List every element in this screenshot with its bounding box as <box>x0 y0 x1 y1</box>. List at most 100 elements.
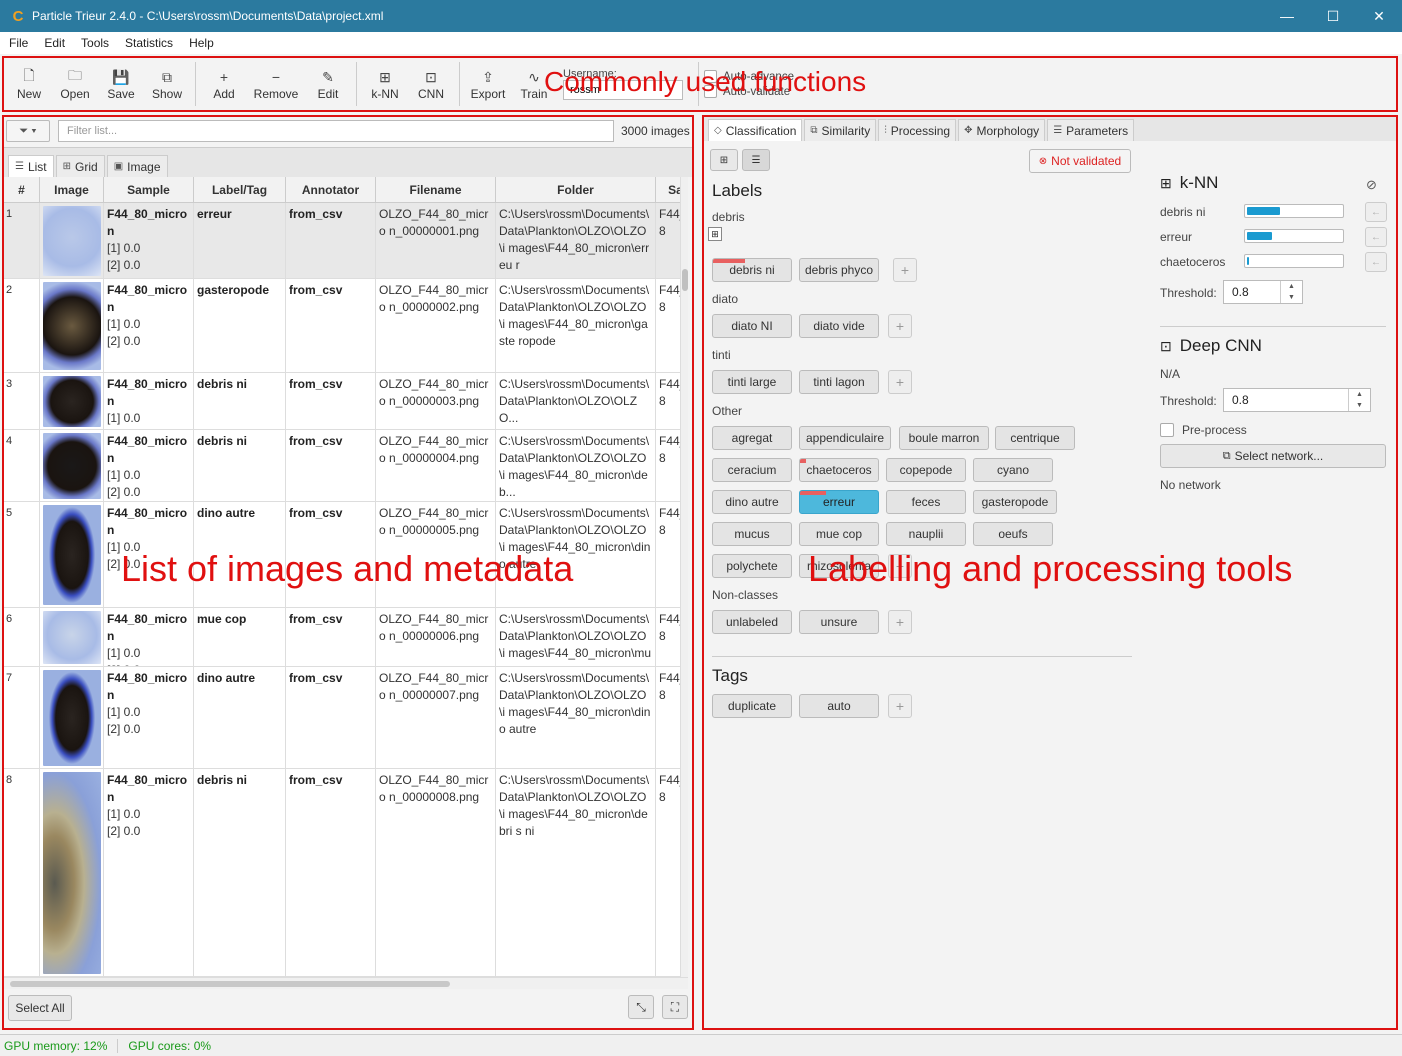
preprocess-checkbox[interactable]: Pre-process <box>1160 423 1247 437</box>
label-appendiculaire[interactable]: appendiculaire <box>799 426 891 450</box>
close-button[interactable]: ✕ <box>1356 0 1402 32</box>
table-row[interactable]: 2 F44_80_micron [1] 0.0 [2] 0.0 gasteropode f… <box>4 279 688 373</box>
collapse-button[interactable]: ⤡ <box>628 995 654 1019</box>
label-dino-autre[interactable]: dino autre <box>712 490 792 514</box>
knn-button[interactable]: ⊞ k-NN <box>362 60 408 108</box>
vertical-scrollbar[interactable] <box>680 177 688 977</box>
menu-file[interactable]: File <box>9 36 28 50</box>
label-polychete[interactable]: polychete <box>712 554 792 578</box>
label-nauplii[interactable]: nauplii <box>886 522 966 546</box>
particle-thumbnail[interactable] <box>43 376 101 427</box>
label-tinti-lagon[interactable]: tinti lagon <box>799 370 879 394</box>
table-row[interactable]: 6 F44_80_micron [1] 0.0 [2] 0.0 mue cop from_… <box>4 608 688 667</box>
spin-up-icon[interactable]: ▲ <box>1349 389 1370 400</box>
label-copepode[interactable]: copepode <box>886 458 966 482</box>
particle-thumbnail[interactable] <box>43 611 101 664</box>
label-unlabeled[interactable]: unlabeled <box>712 610 792 634</box>
label-diato-ni[interactable]: diato NI <box>712 314 792 338</box>
table-row[interactable]: 1 F44_80_micron [1] 0.0 [2] 0.0 erreur from_c… <box>4 203 688 279</box>
particle-thumbnail[interactable] <box>43 433 101 499</box>
table-row[interactable]: 7 F44_80_micron [1] 0.0 [2] 0.0 dino autre fr… <box>4 667 688 769</box>
label-cyano[interactable]: cyano <box>973 458 1053 482</box>
column-header[interactable]: Annotator <box>286 177 376 202</box>
table-row[interactable]: 3 F44_80_micron [1] 0.0 [2] 0.0 debris ni fro… <box>4 373 688 430</box>
select-network-button[interactable]: ⧉ Select network... <box>1160 444 1386 468</box>
tab-classification[interactable]: ◇ Classification <box>708 119 803 141</box>
add-label-button[interactable]: + <box>893 258 917 282</box>
label-mue-cop[interactable]: mue cop <box>799 522 879 546</box>
tag-duplicate[interactable]: duplicate <box>712 694 792 718</box>
tag-auto[interactable]: auto <box>799 694 879 718</box>
label-erreur[interactable]: erreur <box>799 490 879 514</box>
particle-thumbnail[interactable] <box>43 282 101 370</box>
scroll-thumb[interactable] <box>10 981 450 987</box>
column-header[interactable]: # <box>4 177 40 202</box>
particle-thumbnail[interactable] <box>43 772 101 974</box>
spin-down-icon[interactable]: ▼ <box>1349 400 1370 411</box>
remove-button[interactable]: − Remove <box>247 60 305 108</box>
open-button[interactable]: 🗀 Open <box>52 60 98 108</box>
label-tinti-large[interactable]: tinti large <box>712 370 792 394</box>
menu-tools[interactable]: Tools <box>81 36 109 50</box>
apply-knn-button[interactable]: ← <box>1365 227 1387 247</box>
save-button[interactable]: 💾 Save <box>98 60 144 108</box>
knn-threshold-spinner[interactable]: 0.8 ▲ ▼ <box>1223 280 1303 304</box>
table-row[interactable]: 5 F44_80_micron [1] 0.0 [2] 0.0 dino autre fr… <box>4 502 688 608</box>
label-oeufs[interactable]: oeufs <box>973 522 1053 546</box>
label-unsure[interactable]: unsure <box>799 610 879 634</box>
tab-grid[interactable]: ⊞ Grid <box>55 155 105 177</box>
not-validated-button[interactable]: ⊗ Not validated <box>1029 149 1131 173</box>
label-debris-ni[interactable]: debris ni <box>712 258 792 282</box>
label-feces[interactable]: feces <box>886 490 966 514</box>
grid-view-button[interactable]: ⊞ <box>710 149 738 171</box>
column-header[interactable]: Image <box>40 177 104 202</box>
add-button[interactable]: + Add <box>201 60 247 108</box>
apply-knn-button[interactable]: ← <box>1365 252 1387 272</box>
tab-image[interactable]: ▣ Image <box>106 155 168 177</box>
label-chaetoceros[interactable]: chaetoceros <box>799 458 879 482</box>
add-tag-button[interactable]: + <box>888 694 912 718</box>
particle-thumbnail[interactable] <box>43 505 101 605</box>
tab-processing[interactable]: ⫶ Processing <box>878 119 957 141</box>
label-ceracium[interactable]: ceracium <box>712 458 792 482</box>
new-button[interactable]: 🗋 New <box>6 60 52 108</box>
cnn-threshold-spinner[interactable]: 0.8 ▲ ▼ <box>1223 388 1371 412</box>
train-button[interactable]: ∿ Train <box>511 60 557 108</box>
label-debris-phyco[interactable]: debris phyco <box>799 258 879 282</box>
menu-help[interactable]: Help <box>189 36 214 50</box>
label-centrique[interactable]: centrique <box>995 426 1075 450</box>
label-agregat[interactable]: agregat <box>712 426 792 450</box>
label-diato-vide[interactable]: diato vide <box>799 314 879 338</box>
horizontal-scrollbar[interactable] <box>4 977 688 989</box>
particle-thumbnail[interactable] <box>43 670 101 766</box>
filter-button[interactable]: ⏷ ▾ <box>6 120 50 142</box>
tab-morphology[interactable]: ✥ Morphology <box>958 119 1046 141</box>
fullscreen-button[interactable]: ⛶ <box>662 995 688 1019</box>
column-header[interactable]: Folder <box>496 177 656 202</box>
column-header[interactable]: Sample <box>104 177 194 202</box>
add-label-button[interactable]: + <box>888 554 912 578</box>
label-boule-marron[interactable]: boule marron <box>899 426 989 450</box>
minimize-button[interactable]: — <box>1264 0 1310 32</box>
tab-list[interactable]: ☰ List <box>8 155 54 177</box>
add-label-button[interactable]: + <box>888 370 912 394</box>
show-button[interactable]: ⧉ Show <box>144 60 190 108</box>
tab-parameters[interactable]: ☰ Parameters <box>1047 119 1135 141</box>
cnn-button[interactable]: ⊡ CNN <box>408 60 454 108</box>
spin-down-icon[interactable]: ▼ <box>1281 292 1302 303</box>
particle-thumbnail[interactable] <box>43 206 101 276</box>
tab-similarity[interactable]: ⧉ Similarity <box>804 119 877 141</box>
select-all-button[interactable]: Select All <box>8 995 72 1021</box>
edit-button[interactable]: ✎ Edit <box>305 60 351 108</box>
check-circle-icon[interactable]: ⊘ <box>1366 177 1377 193</box>
table-row[interactable]: 8 F44_80_micron [1] 0.0 [2] 0.0 debris ni fro… <box>4 769 688 977</box>
label-rhizosolenia[interactable]: rhizosolenia <box>799 554 879 578</box>
auto-validate-checkbox[interactable]: Auto-validate <box>704 85 794 98</box>
apply-knn-button[interactable]: ← <box>1365 202 1387 222</box>
add-label-button[interactable]: + <box>888 314 912 338</box>
label-mucus[interactable]: mucus <box>712 522 792 546</box>
scroll-thumb[interactable] <box>682 269 688 291</box>
label-gasteropode[interactable]: gasteropode <box>973 490 1057 514</box>
maximize-button[interactable]: ☐ <box>1310 0 1356 32</box>
username-input[interactable] <box>563 80 683 100</box>
